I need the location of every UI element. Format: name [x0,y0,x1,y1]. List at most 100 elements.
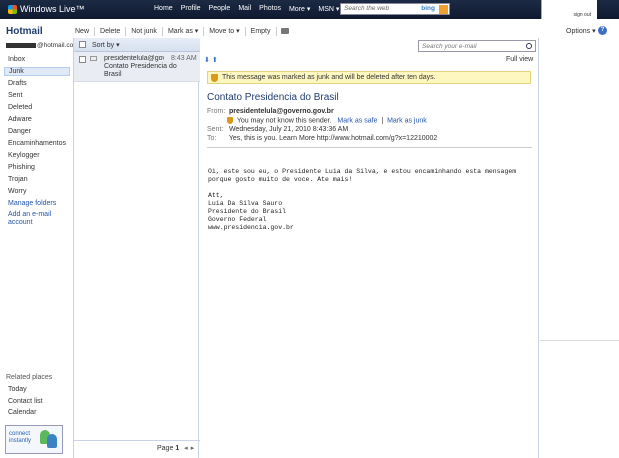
related-calendar[interactable]: Calendar [8,409,36,416]
not-junk-button[interactable]: Not junk [126,26,163,36]
message-body: Oi, este sou eu, o Presidente Luia da Si… [208,168,516,232]
web-search-placeholder: Search the web [344,5,390,12]
arrow-up-icon[interactable]: ⬆ [212,57,218,64]
body-line: Governo Federal [208,216,267,223]
add-account-link-line2[interactable]: account [8,219,33,226]
folder-deleted[interactable]: Deleted [8,104,32,111]
nav-more[interactable]: More ▾ [289,5,310,13]
link-separator: | [381,117,384,125]
hotmail-title[interactable]: Hotmail [6,26,43,37]
add-account-link[interactable]: Add an e-mail [8,211,51,218]
warning-shield-icon [227,117,233,124]
body-line: Luia Da Silva Sauro [208,200,283,207]
related-contact-list[interactable]: Contact list [8,398,43,405]
profile-box[interactable]: sign out [541,0,597,19]
message-list-header: Sort by ▾ [74,38,200,52]
nav-profile[interactable]: Profile [181,5,201,13]
new-button[interactable]: New [70,26,96,36]
right-column-divider [538,340,619,341]
folder-drafts[interactable]: Drafts [8,80,27,87]
list-item[interactable]: presidentelula@gov... 8:43 AM Contato Pr… [74,52,200,82]
prev-page-icon[interactable]: ◂ [184,444,188,452]
next-page-icon[interactable]: ▸ [191,444,195,452]
body-line: www.presidencia.gov.br [208,224,294,231]
manage-folders-link[interactable]: Manage folders [8,200,56,207]
connect-text: connect instantly [9,431,31,445]
page-label: Page [157,445,174,452]
windows-flag-icon [8,4,17,14]
message-list-footer-divider [74,440,200,441]
reading-pane: ⬇ ⬆ Full view This message was marked as… [200,52,538,458]
page-number: 1 [175,445,180,452]
messenger-people-icon [40,430,58,450]
folder-phishing[interactable]: Phishing [8,164,35,171]
body-line: Att, [208,192,224,199]
search-email-placeholder: Search your e-mail [422,43,477,50]
folder-inbox[interactable]: Inbox [8,56,25,63]
envelope-icon [90,56,97,61]
redacted-username [6,42,36,48]
folder-junk[interactable]: Junk [4,67,70,76]
messenger-connect-box[interactable]: connect instantly [5,425,63,454]
folder-sent[interactable]: Sent [8,92,22,99]
windows-live-logo[interactable]: Windows Live™ [8,4,85,14]
body-line [208,184,516,192]
folder-trojan[interactable]: Trojan [8,176,28,183]
folder-worry[interactable]: Worry [8,188,27,195]
nav-people[interactable]: People [209,5,231,13]
nav-mail[interactable]: Mail [238,5,251,13]
body-line: Presidente do Brasil [208,208,287,215]
brand-label: Windows Live™ [20,4,85,14]
full-view-link[interactable]: Full view [506,56,533,63]
to-label: To: [207,135,217,142]
from-label: From: [207,108,226,115]
folder-encaminhamentos[interactable]: Encaminhamentos [8,140,66,147]
search-icon[interactable] [526,43,532,49]
sort-by-menu[interactable]: Sort by ▾ [92,41,120,49]
top-nav: Home Profile People Mail Photos More ▾ M… [154,5,347,13]
message-subject: Contato Presidencia do Brasil [104,63,177,78]
select-all-checkbox[interactable] [79,41,86,48]
from-address[interactable]: presidentelula@governo.gov.br [229,108,334,115]
folder-danger[interactable]: Danger [8,128,31,135]
options-menu[interactable]: Options ▾ [566,27,596,35]
toolbar: New Delete Not junk Mark as ▾ Move to ▾ … [70,24,619,38]
nav-photos[interactable]: Photos [259,5,281,13]
search-email-input[interactable]: Search your e-mail [418,40,536,52]
empty-button[interactable]: Empty [246,26,277,36]
web-search-input[interactable]: Search the web bing [340,3,450,15]
delete-button[interactable]: Delete [95,26,127,36]
shield-warning-icon [211,74,218,82]
unknown-sender-text: You may not know this sender. [236,117,332,125]
user-email: @hotmail.com [6,42,79,49]
nav-home[interactable]: Home [154,5,173,13]
to-address: Yes, this is you. Learn More http://www.… [228,135,438,142]
right-ad-column [538,38,619,458]
print-icon[interactable] [280,28,289,34]
search-go-button[interactable] [439,5,448,14]
body-line: Oi, este sou eu, o Presidente Luia da Si… [208,168,517,175]
related-today[interactable]: Today [8,386,27,393]
folder-keylogger[interactable]: Keylogger [8,152,40,159]
junk-notice-bar: This message was marked as junk and will… [207,71,531,84]
message-list: Sort by ▾ presidentelula@gov... 8:43 AM … [73,38,200,458]
connect-line1: connect [9,431,31,437]
sender-warning-row: You may not know this sender. Mark as sa… [227,117,427,124]
move-to-menu[interactable]: Move to ▾ [204,26,246,36]
message-nav-arrows: ⬇ ⬆ [204,56,218,64]
folder-adware[interactable]: Adware [8,116,32,123]
message-sender: presidentelula@gov... [104,55,164,62]
from-row: From: presidentelula@governo.gov.br [207,108,334,115]
nav-msn[interactable]: MSN ▾ [318,5,339,13]
junk-notice-text: This message was marked as junk and will… [222,74,436,81]
connect-line2: instantly [9,438,32,444]
bing-logo: bing [421,5,435,12]
arrow-down-icon[interactable]: ⬇ [204,57,210,64]
mark-as-safe-link[interactable]: Mark as safe [337,117,377,124]
message-checkbox[interactable] [79,56,86,63]
sign-out-link[interactable]: sign out [573,12,591,18]
to-row: To: Yes, this is you. Learn More http://… [207,135,437,142]
mark-as-junk-link[interactable]: Mark as junk [387,117,427,124]
mark-as-menu[interactable]: Mark as ▾ [163,26,205,36]
help-icon[interactable]: ? [598,26,607,35]
